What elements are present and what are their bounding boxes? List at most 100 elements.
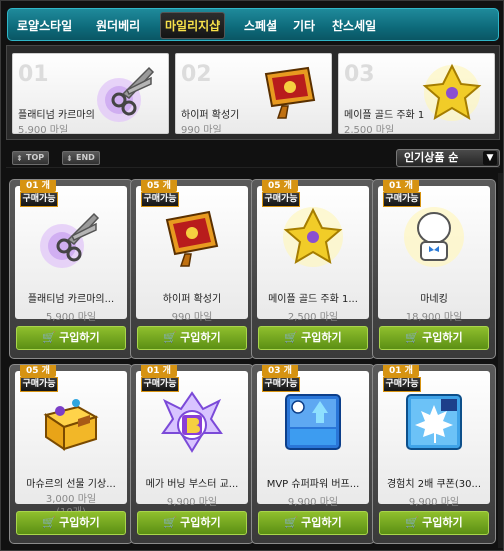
product-price: 5,900 마일 [45,312,97,323]
quantity-badge: 05 개 [262,180,298,192]
availability-badge: 구매가능 [20,192,58,207]
buy-button[interactable]: 🛒 구입하기 [379,511,489,535]
maple-gold-coin-icon [422,63,482,121]
tab-special[interactable]: 스페셜 [244,17,277,35]
maple-gold-coin-icon [283,207,343,267]
product-card[interactable]: 마네킹 18,900 마일 01 개 구매가능 🛒 구입하기 [372,179,496,359]
buy-label: 구입하기 [422,331,463,344]
scroll-end-button[interactable]: ⇟ END [62,151,100,165]
buy-label: 구입하기 [422,516,463,529]
cart-icon: 🛒 [284,516,299,529]
tab-chance-sale[interactable]: 찬스세일 [332,17,376,35]
buy-label: 구입하기 [301,331,342,344]
quantity-badge: 03 개 [262,365,298,377]
featured-card-2[interactable]: 02 하이퍼 확성기 990 마일 [175,53,332,134]
buy-button[interactable]: 🛒 구입하기 [137,326,247,350]
featured-card-1[interactable]: 01 플래티넘 카르마의 5,900 마일 [12,53,169,134]
quantity-badge: 01 개 [383,365,419,377]
tab-royal-style[interactable]: 로얄스타일 [17,17,72,35]
buy-button[interactable]: 🛒 구입하기 [16,326,126,350]
cart-icon: 🛒 [284,331,299,344]
product-name: 메가 버닝 부스터 교... [145,479,239,490]
availability-badge: 구매가능 [383,192,421,207]
product-price: 18,900 마일 [405,312,463,323]
buy-label: 구입하기 [180,331,221,344]
buy-label: 구입하기 [301,516,342,529]
availability-badge: 구매가능 [262,192,300,207]
quantity-badge: 05 개 [20,365,56,377]
featured-card-3[interactable]: 03 메이플 골드 주화 1 2,500 마일 [338,53,495,134]
buy-button[interactable]: 🛒 구입하기 [379,326,489,350]
buy-button[interactable]: 🛒 구입하기 [258,326,368,350]
exp-coupon-icon [406,394,462,450]
product-name: MVP 슈퍼파워 버프... [266,479,360,490]
product-name: 플래티넘 카르마의... [27,294,115,305]
availability-badge: 구매가능 [141,377,179,392]
cart-icon: 🛒 [405,516,420,529]
product-card[interactable]: 플래티넘 카르마의... 5,900 마일 01 개 구매가능 🛒 구입하기 [9,179,133,359]
burning-booster-icon [161,391,223,453]
featured-price: 990 마일 [181,125,222,134]
arrow-down-icon: ⇟ [66,154,73,163]
availability-badge: 구매가능 [383,377,421,392]
product-price: 9,900 마일 [287,497,339,508]
tab-wonder-berry[interactable]: 원더베리 [96,17,140,35]
sort-bar: ⇞ TOP ⇟ END 인기상품 순 ▼ [6,148,500,168]
cart-icon: 🛒 [163,331,178,344]
featured-price: 5,900 마일 [18,125,69,134]
buy-button[interactable]: 🛒 구입하기 [258,511,368,535]
featured-name: 메이플 골드 주화 1 [344,110,425,121]
product-card[interactable]: 경험치 2배 쿠폰(30... 9,900 마일 01 개 구매가능 🛒 구입하기 [372,364,496,544]
availability-badge: 구매가능 [141,192,179,207]
product-price: 9,900 마일 [408,497,460,508]
quantity-badge: 01 개 [141,365,177,377]
product-name: 경험치 2배 쿠폰(30... [386,479,482,490]
cart-icon: 🛒 [163,516,178,529]
product-card[interactable]: MVP 슈퍼파워 버프... 9,900 마일 03 개 구매가능 🛒 구입하기 [251,364,375,544]
product-card[interactable]: 메이플 골드 주화 1... 2,500 마일 05 개 구매가능 🛒 구입하기 [251,179,375,359]
tab-etc[interactable]: 기타 [293,17,315,35]
end-label: END [76,153,95,162]
product-name: 마슈르의 선물 기상... [26,479,116,490]
platinum-scissors-icon [40,212,100,268]
scroll-top-button[interactable]: ⇞ TOP [12,151,50,165]
sort-order-select[interactable]: 인기상품 순 ▼ [396,149,500,167]
quantity-badge: 01 개 [20,180,56,192]
mannequin-icon [404,207,464,267]
buy-label: 구입하기 [180,516,221,529]
featured-rank: 03 [344,62,375,87]
product-card[interactable]: 메가 버닝 부스터 교... 9,900 마일 01 개 구매가능 🛒 구입하기 [130,364,254,544]
quantity-badge: 01 개 [383,180,419,192]
gift-box-icon [43,399,99,451]
product-price: 990 마일 [171,312,213,323]
buy-label: 구입하기 [59,331,100,344]
featured-rank: 02 [181,62,212,87]
featured-rank: 01 [18,62,49,87]
tab-mileage-shop[interactable]: 마일리지샵 [160,12,226,39]
cash-shop-window: 로얄스타일 원더베리 마일리지샵 스페셜 기타 찬스세일 01 플래티넘 카르마… [0,0,504,551]
sort-order-label: 인기상품 순 [404,151,459,164]
buy-button[interactable]: 🛒 구입하기 [137,511,247,535]
buy-label: 구입하기 [59,516,100,529]
cart-icon: 🛒 [42,331,57,344]
platinum-scissors-icon [97,66,155,122]
category-tab-bar: 로얄스타일 원더베리 마일리지샵 스페셜 기타 찬스세일 [7,8,499,41]
availability-badge: 구매가능 [262,377,300,392]
product-name: 메이플 골드 주화 1... [268,294,358,305]
product-scrollbar[interactable] [498,173,503,548]
product-name: 마네킹 [420,294,448,305]
arrow-up-icon: ⇞ [16,154,23,163]
featured-name: 하이퍼 확성기 [181,110,240,121]
quantity-badge: 05 개 [141,180,177,192]
mvp-buff-icon [285,394,341,450]
cart-icon: 🛒 [42,516,57,529]
hyper-megaphone-icon [165,210,219,267]
product-price: 2,500 마일 [287,312,339,323]
product-card[interactable]: 하이퍼 확성기 990 마일 05 개 구매가능 🛒 구입하기 [130,179,254,359]
featured-price: 2,500 마일 [344,125,395,134]
product-name: 하이퍼 확성기 [162,294,222,305]
product-card[interactable]: 마슈르의 선물 기상... 3,000 마일 (10개) 05 개 구매가능 🛒… [9,364,133,544]
top-label: TOP [26,153,45,162]
buy-button[interactable]: 🛒 구입하기 [16,511,126,535]
cart-icon: 🛒 [405,331,420,344]
